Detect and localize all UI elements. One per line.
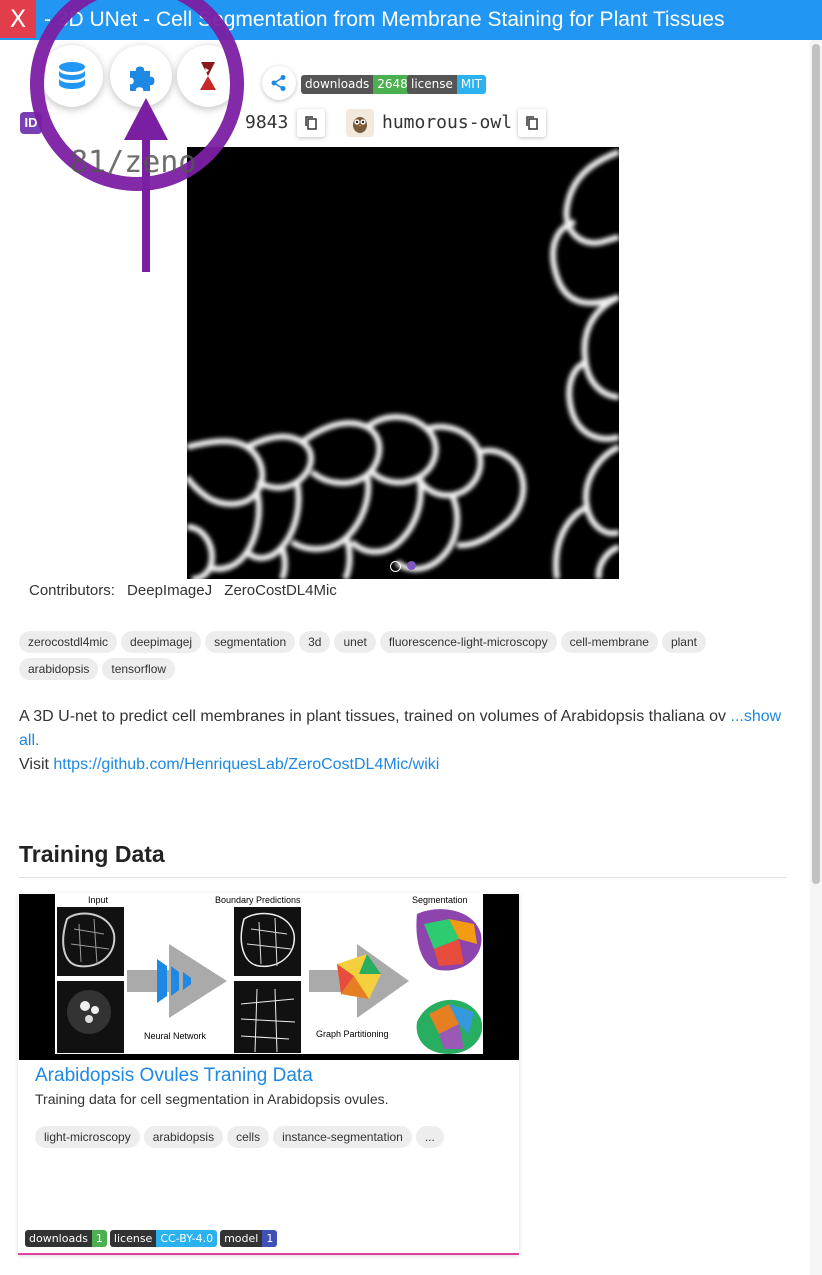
contributor-name[interactable]: ZeroCostDL4Mic	[224, 582, 337, 599]
badge-value: CC-BY-4.0	[156, 1230, 218, 1247]
tag-chip[interactable]: deepimagej	[121, 631, 202, 653]
img-label-boundary: Boundary Predictions	[215, 895, 301, 905]
tag-chip[interactable]: tensorflow	[102, 658, 176, 680]
model-description: A 3D U-net to predict cell membranes in …	[19, 705, 789, 777]
card-title[interactable]: Arabidopsis Ovules Traning Data	[35, 1065, 313, 1087]
contributors-label: Contributors:	[29, 582, 115, 599]
divider	[19, 877, 787, 878]
visit-label: Visit	[19, 756, 49, 773]
license-badge: license CC-BY-4.0	[109, 1230, 218, 1247]
tag-chip[interactable]: 3d	[299, 631, 331, 653]
img-label-nn: Neural Network	[144, 1031, 207, 1041]
card-badges: downloads 1 license CC-BY-4.0 model 1	[25, 1230, 278, 1247]
badge-key: downloads	[25, 1230, 92, 1247]
tag-chip[interactable]: cells	[227, 1126, 270, 1148]
badge-key: license	[109, 1230, 157, 1247]
tag-chip[interactable]: light-microscopy	[35, 1126, 140, 1148]
card-cover-image: Input Boundary Predictions Segmentation …	[19, 894, 519, 1060]
carousel-dot-1[interactable]	[390, 561, 401, 572]
tag-chip[interactable]: unet	[334, 631, 376, 653]
tag-chip[interactable]: arabidopsis	[143, 1126, 224, 1148]
contributor-name[interactable]: DeepImageJ	[127, 582, 212, 599]
badge-value: 1	[262, 1230, 278, 1247]
tag-chip[interactable]: fluorescence-light-microscopy	[379, 631, 557, 653]
tag-chip[interactable]: plant	[661, 631, 706, 653]
tag-chip[interactable]: zerocostdl4mic	[19, 631, 118, 653]
doi-partial: 81/zeno	[70, 145, 197, 180]
badge-value: 1	[91, 1230, 107, 1247]
model-badge: model 1	[220, 1230, 278, 1247]
card-tag-list: light-microscopy arabidopsis cells insta…	[35, 1126, 444, 1148]
img-label-gp: Graph Partitioning	[316, 1029, 389, 1039]
tag-chip[interactable]: arabidopsis	[19, 658, 99, 680]
carousel-dot-2[interactable]	[407, 561, 416, 570]
tag-list: zerocostdl4mic deepimagej segmentation 3…	[19, 631, 789, 680]
contributors: Contributors: DeepImageJ ZeroCostDL4Mic	[29, 582, 345, 599]
card-description: Training data for cell segmentation in A…	[35, 1091, 389, 1107]
wiki-link[interactable]: https://github.com/HenriquesLab/ZeroCost…	[53, 756, 439, 773]
scrollbar-thumb[interactable]	[812, 44, 820, 884]
tag-chip-more[interactable]: ...	[415, 1126, 444, 1148]
tag-chip[interactable]: segmentation	[205, 631, 296, 653]
section-title: Training Data	[19, 841, 165, 867]
description-text: A 3D U-net to predict cell membranes in …	[19, 708, 727, 725]
tag-chip[interactable]: instance-segmentation	[273, 1126, 412, 1148]
training-data-card[interactable]: Input Boundary Predictions Segmentation …	[18, 893, 519, 1255]
downloads-badge: downloads 1	[25, 1230, 107, 1247]
tag-chip[interactable]: cell-membrane	[560, 631, 658, 653]
img-label-input: Input	[88, 895, 109, 905]
badge-key: model	[220, 1230, 263, 1247]
img-label-segmentation: Segmentation	[412, 895, 468, 905]
